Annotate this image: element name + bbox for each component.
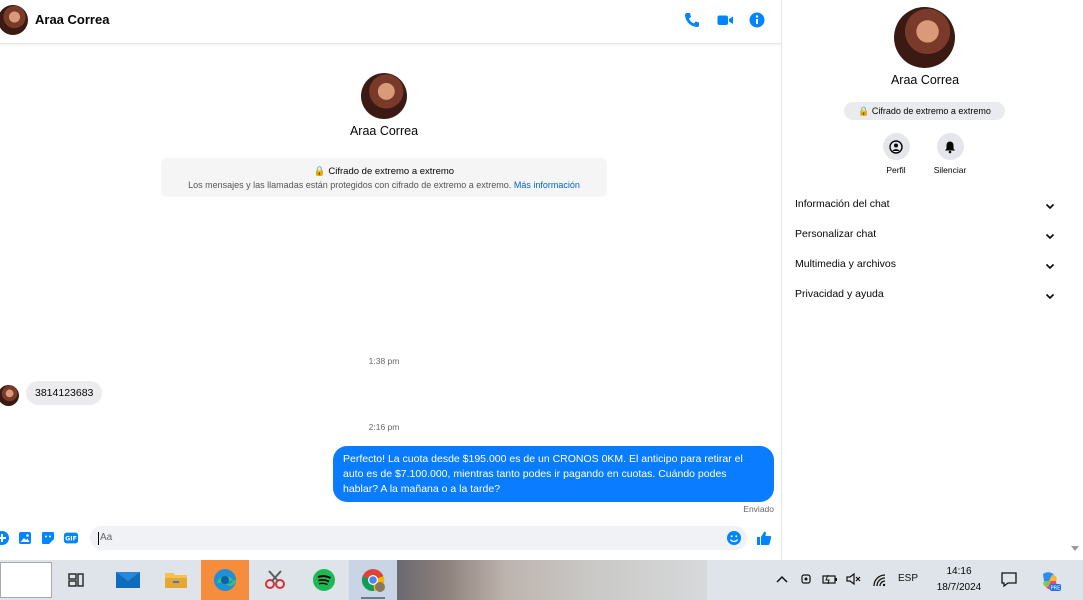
windows-taskbar: ESP 14:16 18/7/2024 PRE [0,560,1083,600]
taskbar-clock[interactable]: 14:16 18/7/2024 [926,564,992,596]
mute-button[interactable]: Silenciar [920,133,980,175]
snipping-tool-app[interactable] [251,560,299,600]
section-customize-chat[interactable]: Personalizar chat [795,228,1055,248]
messenger-app: Araa Correa Araa Correa 🔒 Cifrado de ext… [0,0,1083,560]
encryption-badge-label: Cifrado de extremo a extremo [871,106,991,116]
sender-avatar[interactable] [0,385,19,406]
phone-call-icon[interactable] [682,10,702,30]
lock-icon: 🔒 [313,166,326,177]
emoji-icon[interactable] [726,530,742,546]
edge-app[interactable] [201,560,249,600]
contact-name[interactable]: Araa Correa [35,12,109,27]
info-icon[interactable] [747,10,767,30]
encryption-title: Cifrado de extremo a extremo [328,166,455,177]
profile-icon [889,139,903,154]
svg-text:GIF: GIF [65,536,77,543]
message-placeholder: Aa [100,532,113,543]
contact-avatar[interactable] [0,5,28,35]
chat-header: Araa Correa [0,0,781,44]
svg-text:PRE: PRE [1051,586,1061,592]
speaker-muted-icon[interactable] [846,572,862,586]
outgoing-message[interactable]: Perfecto! La cuota desde $195.000 es de … [333,446,774,502]
intro-contact-name: Araa Correa [349,124,419,138]
encryption-description: Los mensajes y las llamadas están proteg… [188,180,512,190]
task-view-button[interactable] [52,560,100,600]
chevron-up-icon[interactable] [776,574,788,584]
composer: GIF Aa [0,522,781,554]
mute-label: Silenciar [933,165,967,175]
taskbar-background-image [397,560,707,600]
encryption-badge[interactable]: 🔒 Cifrado de extremo a extremo [844,102,1005,120]
chevron-down-icon [1045,203,1055,210]
section-privacy-support[interactable]: Privacidad y ayuda [795,288,1055,308]
bell-icon [945,141,955,153]
plus-circle-icon[interactable] [0,530,10,546]
profile-label: Perfil [886,165,906,175]
chevron-down-icon [1045,233,1055,240]
section-media-files[interactable]: Multimedia y archivos [795,258,1055,278]
learn-more-link[interactable]: Más información [514,180,580,190]
text-caret [98,532,99,545]
message-status: Enviado [743,504,774,514]
battery-icon[interactable] [822,572,838,586]
folder-icon [165,573,187,588]
active-indicator [361,597,385,599]
image-icon[interactable] [17,530,33,546]
message-input[interactable]: Aa [90,526,747,550]
chevron-down-icon [1045,263,1055,270]
message-timestamp: 2:16 pm [368,422,400,432]
chrome-app[interactable] [349,560,397,600]
mail-icon [116,572,140,588]
chrome-icon [361,569,385,592]
taskbar-search-box[interactable] [0,562,52,598]
info-contact-name[interactable]: Araa Correa [782,73,1068,87]
spotify-icon [313,569,335,591]
chat-column: Araa Correa Araa Correa 🔒 Cifrado de ext… [0,0,781,560]
task-view-icon [68,573,84,587]
thumbs-up-icon[interactable] [756,530,772,546]
clock-date: 18/7/2024 [936,582,982,593]
encryption-notice: 🔒 Cifrado de extremo a extremo Los mensa… [161,158,607,197]
spotify-app[interactable] [300,560,348,600]
copilot-icon[interactable]: PRE [1039,570,1061,592]
clock-time: 14:16 [946,566,972,577]
meet-now-icon[interactable] [800,572,814,586]
input-language[interactable]: ESP [898,573,918,584]
intro-avatar[interactable] [361,73,407,119]
sticker-icon[interactable] [40,530,56,546]
chevron-down-icon [1045,293,1055,300]
snipping-tool-icon [265,570,285,589]
message-timestamp: 1:38 pm [368,356,400,366]
wifi-icon[interactable] [872,573,886,587]
profile-button[interactable]: Perfil [866,133,926,175]
mail-app[interactable] [104,560,152,600]
lock-icon: 🔒 [858,106,870,116]
chat-info-panel: Araa Correa 🔒 Cifrado de extremo a extre… [781,0,1083,560]
file-explorer-app[interactable] [152,560,200,600]
info-avatar[interactable] [894,7,955,68]
gif-icon[interactable]: GIF [63,530,79,546]
incoming-message[interactable]: 3814123683 [26,381,103,405]
notifications-icon[interactable] [1000,571,1018,588]
section-chat-info[interactable]: Información del chat [795,198,1055,218]
scroll-down-arrow[interactable] [1071,546,1079,551]
video-call-icon[interactable] [715,10,735,30]
edge-browser-icon [214,569,236,591]
